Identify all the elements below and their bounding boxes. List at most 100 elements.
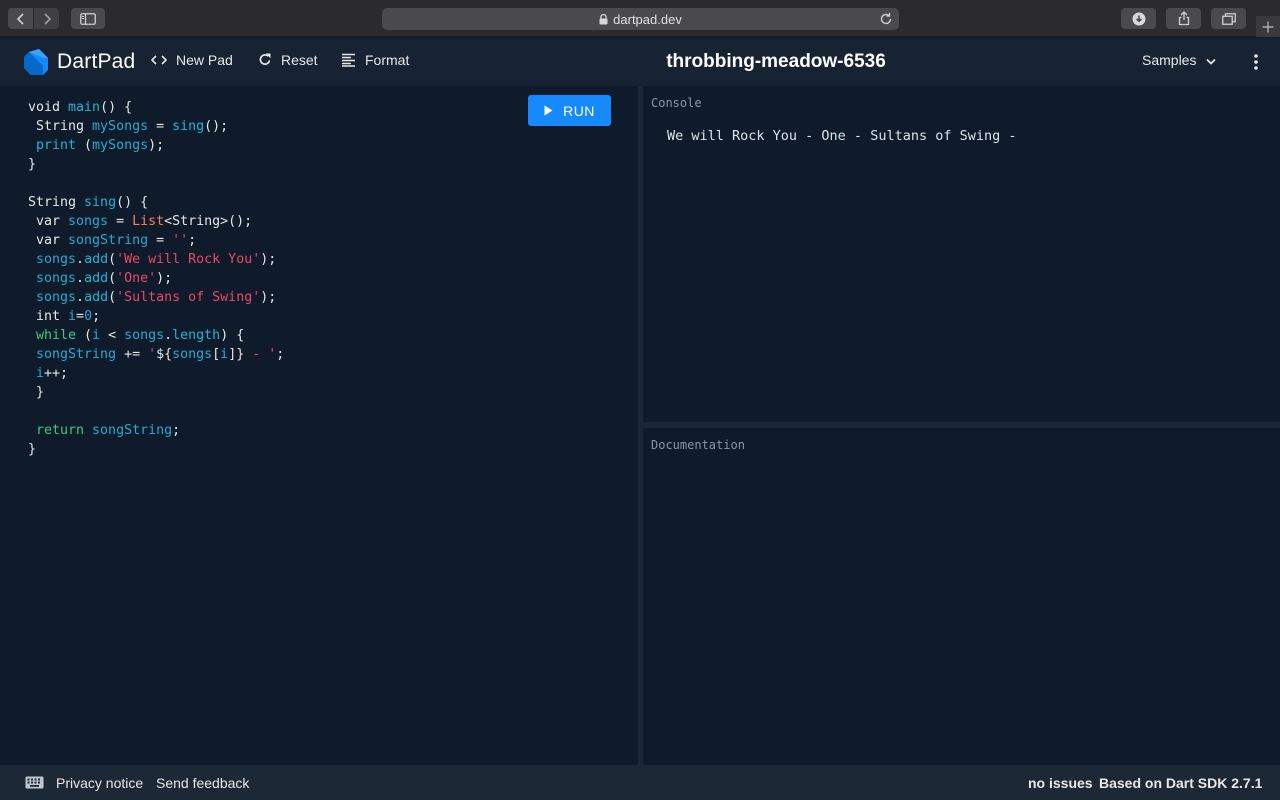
- samples-label: Samples: [1142, 52, 1197, 68]
- code-token: i: [28, 366, 45, 381]
- code-token: void: [28, 100, 69, 115]
- forward-button[interactable]: [34, 8, 59, 29]
- sidebar-icon: [80, 12, 96, 25]
- pad-title: throbbing-meadow-6536: [666, 51, 886, 72]
- code-token: () {: [116, 195, 149, 210]
- code-token: songString: [68, 233, 149, 248]
- code-token: (: [108, 271, 117, 286]
- status-footer: Privacy notice Send feedback no issues B…: [0, 765, 1280, 800]
- code-token: songs: [124, 328, 165, 343]
- code-token: (: [108, 252, 117, 267]
- code-token: i: [220, 347, 229, 362]
- code-token: songs: [28, 252, 77, 267]
- code-token: .: [164, 328, 173, 343]
- code-token: String: [28, 119, 93, 134]
- code-token: =: [148, 119, 173, 134]
- download-icon: [1132, 12, 1145, 25]
- sdk-version: Based on Dart SDK 2.7.1: [1099, 775, 1263, 791]
- more-vert-icon: [1254, 54, 1258, 70]
- code-line[interactable]: [28, 174, 284, 193]
- documentation-panel: Documentation: [643, 428, 1280, 765]
- code-token: .: [76, 290, 85, 305]
- code-line[interactable]: var songString = '';: [28, 231, 284, 250]
- console-panel: Console We will Rock You - One - Sultans…: [643, 86, 1280, 422]
- address-bar[interactable]: dartpad.dev: [382, 8, 899, 30]
- privacy-notice-link[interactable]: Privacy notice: [56, 775, 143, 791]
- code-token: <String>();: [164, 214, 253, 229]
- code-token: add: [84, 271, 109, 286]
- code-line[interactable]: String sing() {: [28, 193, 284, 212]
- code-area[interactable]: void main() { String mySongs = sing(); p…: [28, 98, 284, 459]
- code-line[interactable]: songs.add('Sultans of Swing');: [28, 288, 284, 307]
- code-token: ]}: [228, 347, 245, 362]
- send-feedback-link[interactable]: Send feedback: [156, 775, 249, 791]
- code-line[interactable]: var songs = List<String>();: [28, 212, 284, 231]
- code-line[interactable]: songs.add('One');: [28, 269, 284, 288]
- downloads-button[interactable]: [1121, 8, 1156, 29]
- code-line[interactable]: }: [28, 440, 284, 459]
- code-token: add: [84, 252, 109, 267]
- console-output: We will Rock You - One - Sultans of Swin…: [667, 128, 1025, 144]
- tabs-overview-button[interactable]: [1211, 8, 1246, 29]
- url-text: dartpad.dev: [613, 11, 682, 27]
- code-line[interactable]: return songString;: [28, 421, 284, 440]
- app-header: DartPad New Pad Reset Format throbbing-m…: [0, 38, 1280, 86]
- code-line[interactable]: songString += '${songs[i]} - ';: [28, 345, 284, 364]
- keyboard-icon[interactable]: [25, 776, 44, 792]
- code-line[interactable]: String mySongs = sing();: [28, 117, 284, 136]
- console-label: Console: [651, 96, 702, 110]
- samples-dropdown[interactable]: Samples: [1142, 52, 1217, 68]
- chevron-left-icon: [16, 12, 24, 25]
- code-token: }: [28, 442, 37, 457]
- chevron-down-icon: [1206, 52, 1217, 68]
- code-token: mySongs: [92, 138, 149, 153]
- run-button[interactable]: RUN: [528, 95, 611, 126]
- code-token: '': [172, 233, 189, 248]
- sidebar-toggle-button[interactable]: [71, 8, 105, 29]
- code-token: [: [212, 347, 221, 362]
- new-tab-button[interactable]: [1256, 16, 1280, 37]
- code-token: songs: [68, 214, 109, 229]
- code-token: - ': [244, 347, 277, 362]
- code-line[interactable]: i++;: [28, 364, 284, 383]
- code-token: =: [76, 309, 85, 324]
- code-token: ) {: [220, 328, 245, 343]
- tabs-icon: [1221, 12, 1236, 25]
- code-token: (: [76, 138, 93, 153]
- code-token: 0: [84, 309, 93, 324]
- code-token: );: [260, 252, 277, 267]
- code-token: i: [92, 328, 101, 343]
- code-token: );: [156, 271, 173, 286]
- code-line[interactable]: songs.add('We will Rock You');: [28, 250, 284, 269]
- more-options-button[interactable]: [1248, 51, 1264, 73]
- code-token: mySongs: [92, 119, 149, 134]
- code-line[interactable]: }: [28, 383, 284, 402]
- code-line[interactable]: print (mySongs);: [28, 136, 284, 155]
- code-token: var: [28, 214, 69, 229]
- code-line[interactable]: while (i < songs.length) {: [28, 326, 284, 345]
- share-button[interactable]: [1166, 8, 1201, 29]
- code-line[interactable]: void main() {: [28, 98, 284, 117]
- back-button[interactable]: [8, 8, 33, 29]
- play-icon: [544, 105, 553, 116]
- code-token: 'One': [116, 271, 157, 286]
- code-line[interactable]: }: [28, 155, 284, 174]
- code-token: main: [68, 100, 101, 115]
- code-token: () {: [100, 100, 133, 115]
- code-token: <: [100, 328, 125, 343]
- reload-icon[interactable]: [879, 12, 893, 26]
- code-token: );: [260, 290, 277, 305]
- code-line[interactable]: int i=0;: [28, 307, 284, 326]
- code-token: sing: [84, 195, 117, 210]
- code-token: }: [28, 157, 37, 172]
- code-token: 'We will Rock You': [116, 252, 261, 267]
- code-token: List: [132, 214, 165, 229]
- code-token: ;: [188, 233, 197, 248]
- code-token: 'Sultans of Swing': [116, 290, 261, 305]
- browser-nav: [8, 8, 59, 29]
- code-line[interactable]: [28, 402, 284, 421]
- code-token: songString: [28, 347, 117, 362]
- code-editor[interactable]: void main() { String mySongs = sing(); p…: [0, 86, 638, 765]
- share-icon: [1178, 11, 1189, 26]
- issues-status[interactable]: no issues: [1028, 775, 1093, 791]
